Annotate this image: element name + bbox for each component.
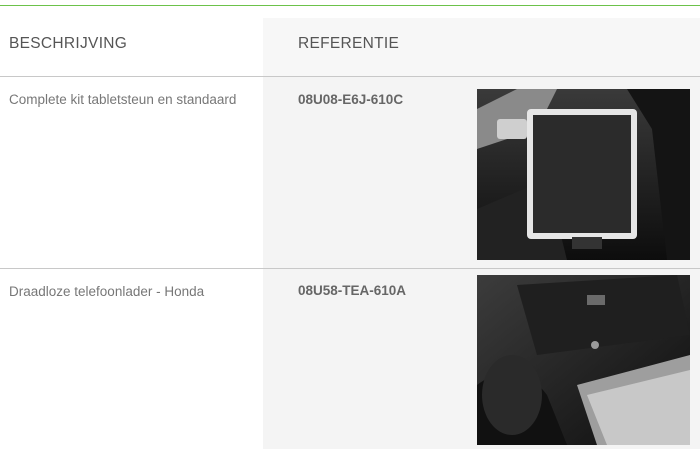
row-reference: 08U58-TEA-610A xyxy=(298,283,407,298)
row-description: Complete kit tabletsteun en standaard xyxy=(9,92,237,107)
row-description: Draadloze telefoonlader - Honda xyxy=(9,284,205,299)
top-accent-rule xyxy=(0,5,700,6)
row-reference: 08U08-E6J-610C xyxy=(298,92,404,107)
header-description: BESCHRIJVING xyxy=(9,35,128,52)
wireless-charger-photo-icon xyxy=(477,275,690,445)
tablet-holder-photo-icon xyxy=(477,89,690,260)
header-reference: REFERENTIE xyxy=(298,35,400,52)
header-divider xyxy=(0,76,700,77)
row-divider xyxy=(0,268,700,269)
